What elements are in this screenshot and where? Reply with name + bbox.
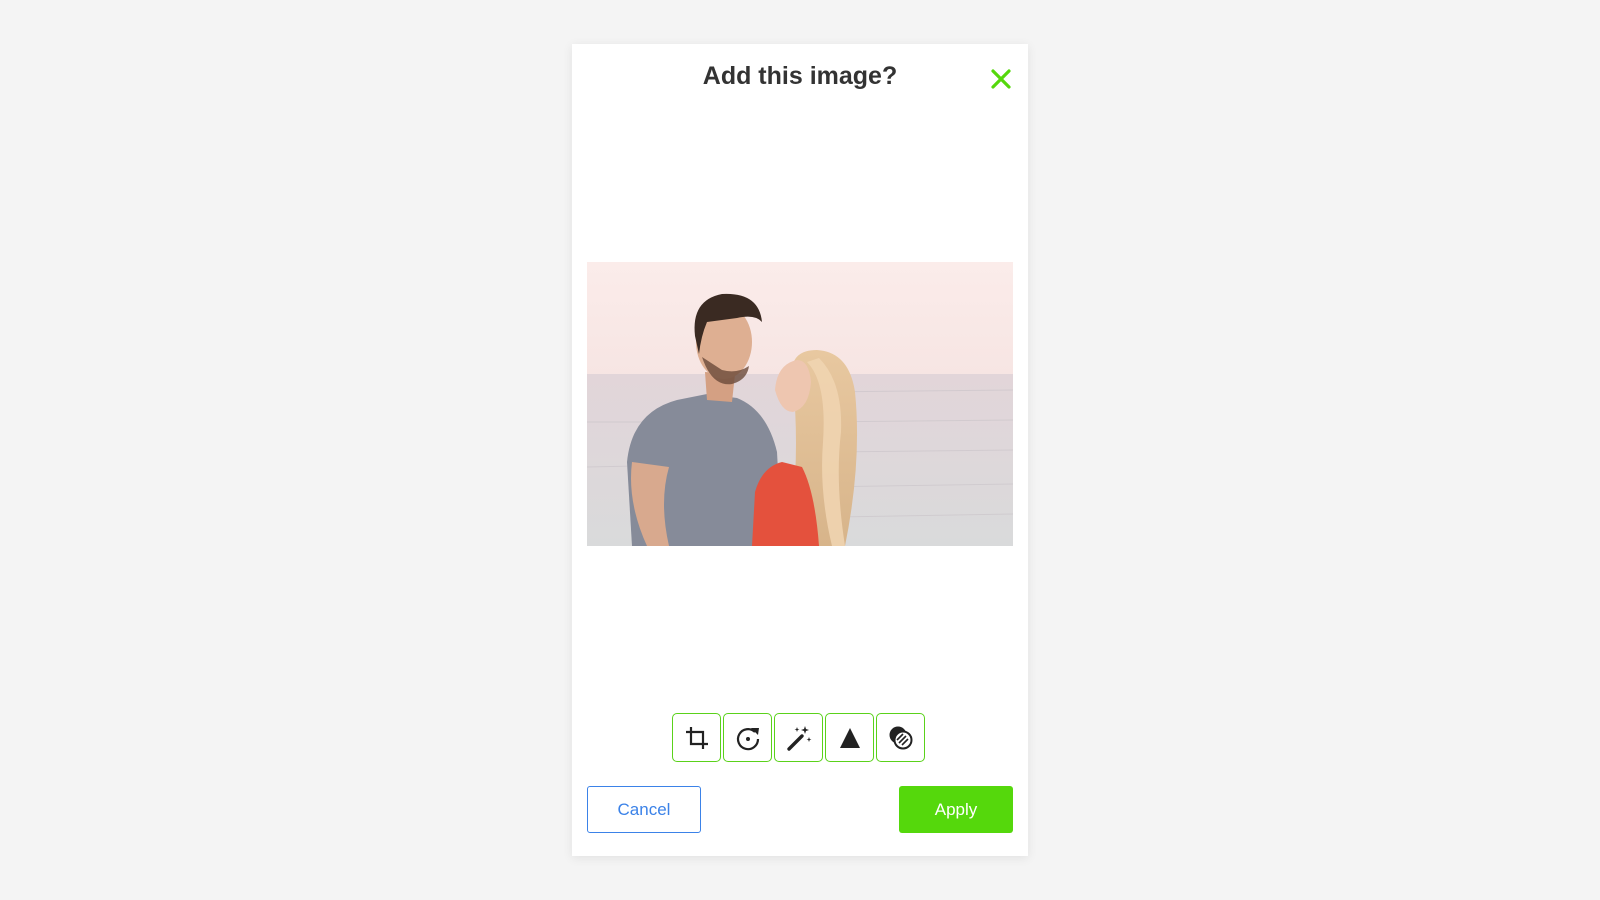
filter-button[interactable] <box>876 713 925 762</box>
crop-button[interactable] <box>672 713 721 762</box>
add-image-dialog: Add this image? Cancel Apply <box>572 44 1028 856</box>
magic-wand-icon <box>786 725 811 751</box>
apply-button[interactable]: Apply <box>899 786 1013 833</box>
image-preview <box>587 262 1013 546</box>
close-icon <box>991 69 1011 89</box>
cancel-button[interactable]: Cancel <box>587 786 701 833</box>
edit-toolbar <box>672 713 925 763</box>
sharpen-button[interactable] <box>825 713 874 762</box>
dialog-title: Add this image? <box>702 62 898 90</box>
triangle-icon <box>839 727 860 748</box>
filter-icon <box>889 726 912 749</box>
close-button[interactable] <box>988 66 1014 92</box>
rotate-button[interactable] <box>723 713 772 762</box>
crop-icon <box>685 726 708 749</box>
rotate-icon <box>736 727 759 750</box>
enhance-button[interactable] <box>774 713 823 762</box>
